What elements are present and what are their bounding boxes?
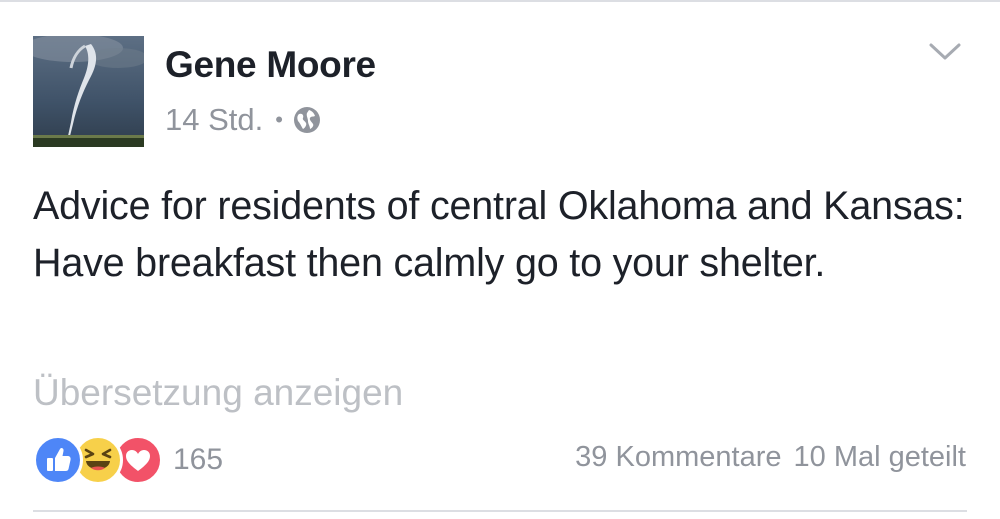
post-timestamp[interactable]: 14 Std. <box>165 102 263 138</box>
bottom-divider <box>33 510 967 512</box>
post-meta: 14 Std. • <box>165 100 321 140</box>
post-text: Advice for residents of central Oklahoma… <box>33 184 965 285</box>
shares-count-link[interactable]: 10 Mal geteilt <box>794 441 967 474</box>
like-icon <box>33 435 83 485</box>
meta-separator: • <box>275 107 283 132</box>
tornado-photo <box>33 36 144 147</box>
chevron-down-icon[interactable] <box>927 40 963 64</box>
comments-count-link[interactable]: 39 Kommentare <box>575 441 781 474</box>
post-author-name[interactable]: Gene Moore <box>165 44 376 86</box>
reaction-count: 165 <box>173 443 224 476</box>
translate-link[interactable]: Übersetzung anzeigen <box>33 372 403 414</box>
reactions-summary[interactable]: 165 <box>33 435 224 485</box>
globe-icon <box>293 107 320 133</box>
top-divider <box>0 0 1000 2</box>
avatar[interactable] <box>33 36 144 147</box>
post-stats: 39 Kommentare 10 Mal geteilt <box>575 441 966 474</box>
